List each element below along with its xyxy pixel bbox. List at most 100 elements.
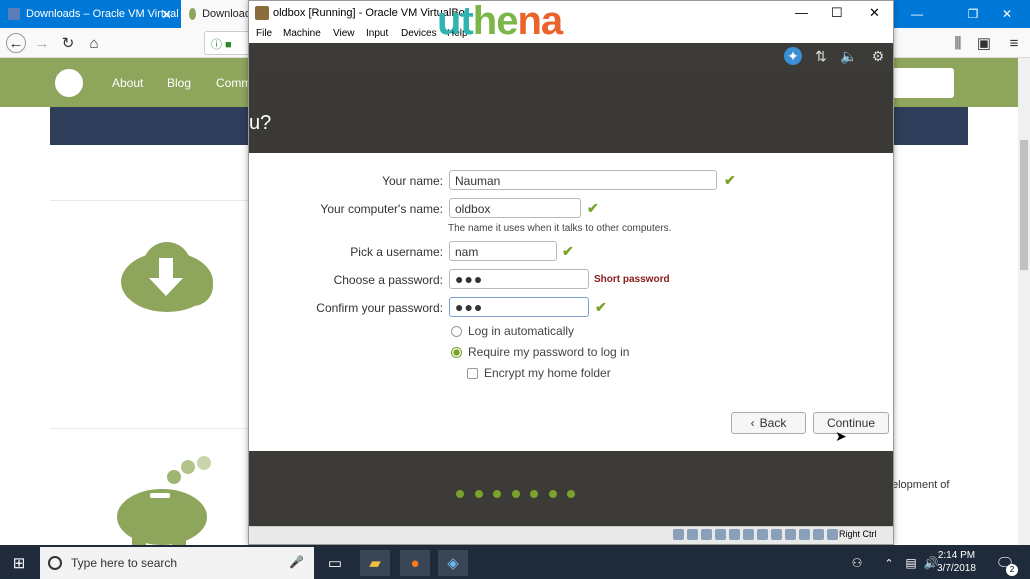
- ubuntu-favicon-icon: [189, 8, 197, 20]
- progress-step-dot: [474, 490, 483, 498]
- computer-name-input[interactable]: oldbox: [449, 198, 581, 218]
- file-explorer-icon[interactable]: ▰: [360, 550, 390, 576]
- ubuntu-logo-icon[interactable]: [52, 66, 86, 100]
- microphone-icon[interactable]: 🎤: [289, 555, 304, 569]
- display-status-icon[interactable]: [757, 529, 768, 540]
- computer-name-label: Your computer's name:: [320, 202, 443, 216]
- clock-date: 3/7/2018: [937, 563, 976, 574]
- cloud-download-icon: [121, 242, 213, 312]
- require-password-label: Require my password to log in: [468, 345, 630, 359]
- vm-minimize-button[interactable]: —: [795, 5, 808, 20]
- home-icon[interactable]: ⌂: [84, 33, 104, 53]
- close-tab-icon[interactable]: ✕: [161, 7, 172, 23]
- menu-input[interactable]: Input: [366, 28, 388, 39]
- usb-status-icon[interactable]: [729, 529, 740, 540]
- menu-icon[interactable]: ≡: [1004, 33, 1024, 53]
- windows-start-icon[interactable]: ⊞: [4, 550, 34, 576]
- volume-icon[interactable]: 🔈: [840, 47, 858, 65]
- search-circle-icon: [48, 556, 62, 570]
- virtualbox-window: oldbox [Running] - Oracle VM VirtualBo —…: [248, 0, 894, 545]
- computer-name-valid-check-icon: ✔: [587, 200, 599, 216]
- browser-close-button[interactable]: ✕: [984, 0, 1030, 28]
- your-name-label: Your name:: [382, 174, 443, 188]
- virtualbox-status-bar: [249, 526, 893, 544]
- firefox-icon[interactable]: ●: [400, 550, 430, 576]
- shared-folder-status-icon[interactable]: [743, 529, 754, 540]
- taskbar-clock[interactable]: 2:14 PM 3/7/2018: [937, 549, 976, 575]
- name-valid-check-icon: ✔: [724, 172, 736, 188]
- forward-arrow-icon[interactable]: →: [32, 33, 52, 53]
- mouse-cursor-icon: ➤: [835, 428, 847, 444]
- checkbox-icon[interactable]: [467, 367, 478, 379]
- continue-button[interactable]: Continue: [813, 412, 889, 434]
- auto-login-radio[interactable]: Log in automatically: [451, 324, 574, 338]
- page-scrollbar[interactable]: [1018, 58, 1030, 545]
- vm-close-button[interactable]: ✕: [869, 5, 880, 21]
- virtualbox-favicon-icon: [8, 8, 20, 20]
- keyboard-capture-icon[interactable]: [827, 529, 838, 540]
- virtualbox-taskbar-icon[interactable]: ◈: [438, 550, 468, 576]
- encrypt-home-checkbox[interactable]: Encrypt my home folder: [467, 366, 611, 380]
- optical-status-icon[interactable]: [687, 529, 698, 540]
- progress-step-dot: [493, 490, 501, 498]
- vm-maximize-button[interactable]: ☐: [831, 5, 843, 21]
- site-side-text: elopment of: [892, 479, 950, 491]
- recording-status-icon[interactable]: [771, 529, 782, 540]
- browser-tab-downloads-oracle[interactable]: Downloads – Oracle VM Virtual ✕: [0, 0, 180, 28]
- cpu-status-icon[interactable]: [785, 529, 796, 540]
- tab-label: Download: [202, 8, 251, 20]
- network-status-icon[interactable]: [715, 529, 726, 540]
- task-view-icon[interactable]: ▭: [320, 550, 350, 576]
- auto-login-label: Log in automatically: [468, 324, 575, 338]
- browser-minimize-button[interactable]: —: [894, 0, 940, 28]
- reload-icon[interactable]: ↻: [58, 33, 78, 53]
- installer-title: u?: [249, 112, 272, 134]
- piggy-bank-icon: [117, 456, 211, 547]
- encrypt-home-label: Encrypt my home folder: [484, 366, 611, 380]
- progress-step-dot: [511, 490, 520, 498]
- confirm-password-label: Confirm your password:: [316, 301, 443, 315]
- virtualbox-app-icon: [255, 6, 269, 20]
- site-nav-blog[interactable]: Blog: [167, 76, 191, 90]
- url-bar[interactable]: ⓘ ■: [204, 31, 250, 55]
- virtualization-status-icon[interactable]: [813, 529, 824, 540]
- info-lock-icon: ⓘ ■: [211, 39, 232, 51]
- radio-icon[interactable]: [451, 325, 462, 337]
- divider: [50, 200, 250, 201]
- menu-devices[interactable]: Devices: [401, 28, 437, 39]
- audio-status-icon[interactable]: [701, 529, 712, 540]
- progress-step-dot: [530, 490, 538, 498]
- username-input[interactable]: nam: [449, 241, 557, 261]
- taskbar-search-box[interactable]: Type here to search 🎤: [40, 547, 314, 579]
- require-password-radio[interactable]: Require my password to log in: [451, 345, 629, 359]
- username-valid-check-icon: ✔: [562, 243, 574, 259]
- progress-step-dot: [548, 490, 557, 498]
- password-strength-text: Short password: [594, 274, 670, 285]
- site-nav-about[interactable]: About: [112, 76, 143, 90]
- scrollbar-thumb[interactable]: [1020, 140, 1028, 270]
- mouse-integration-status-icon[interactable]: [799, 529, 810, 540]
- site-search-input[interactable]: [892, 68, 954, 98]
- virtualbox-title: oldbox [Running] - Oracle VM VirtualBo: [273, 7, 465, 19]
- hdd-status-icon[interactable]: [673, 529, 684, 540]
- radio-selected-icon[interactable]: [451, 346, 462, 358]
- your-name-input[interactable]: Nauman: [449, 170, 717, 190]
- menu-view[interactable]: View: [333, 28, 355, 39]
- library-icon[interactable]: ⫼: [948, 33, 968, 53]
- settings-gear-icon[interactable]: ⚙: [869, 47, 887, 65]
- progress-step-dot: [567, 490, 575, 498]
- sidebar-icon[interactable]: ▣: [974, 33, 994, 53]
- back-arrow-icon[interactable]: ←: [6, 33, 26, 53]
- browser-tab-download[interactable]: Download: [181, 0, 251, 28]
- divider: [50, 428, 250, 429]
- password-input[interactable]: ●●●: [449, 269, 589, 289]
- username-label: Pick a username:: [350, 245, 443, 259]
- menu-machine[interactable]: Machine: [283, 28, 321, 39]
- menu-file[interactable]: File: [256, 28, 272, 39]
- back-button[interactable]: ‹ Back: [731, 412, 806, 434]
- network-icon[interactable]: ⇅: [812, 47, 830, 65]
- computer-name-hint: The name it uses when it talks to other …: [448, 223, 672, 234]
- confirm-password-input[interactable]: ●●●: [449, 297, 589, 317]
- accessibility-icon[interactable]: ✦: [784, 47, 802, 65]
- people-icon[interactable]: ⚇: [842, 550, 872, 576]
